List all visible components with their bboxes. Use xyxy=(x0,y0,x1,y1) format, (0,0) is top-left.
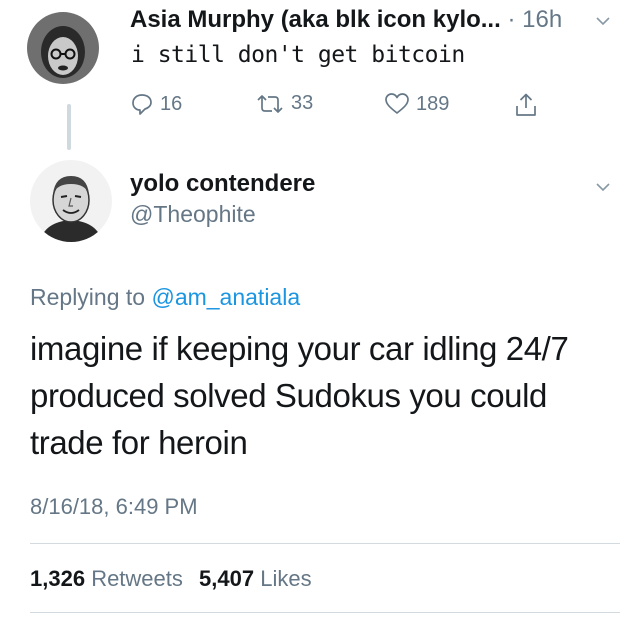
chevron-down-icon[interactable] xyxy=(596,14,610,28)
tweet-timestamp[interactable]: 8/16/18, 6:49 PM xyxy=(30,494,198,520)
share-icon xyxy=(514,92,538,118)
retweets-count: 1,326 xyxy=(30,566,86,591)
share-button[interactable] xyxy=(514,92,538,118)
replying-prefix: Replying to xyxy=(30,284,146,310)
likes-count: 5,407 xyxy=(199,566,255,591)
likes-stat[interactable]: 5,407 Likes xyxy=(199,566,322,591)
parent-header: Asia Murphy (aka blk icon kylo... · 16h xyxy=(130,6,620,34)
avatar-main[interactable] xyxy=(30,160,112,242)
avatar-parent[interactable] xyxy=(27,12,99,84)
thread-connector-line xyxy=(67,104,71,150)
replying-mention-link[interactable]: @am_anatiala xyxy=(151,284,300,310)
main-display-name[interactable]: yolo contendere xyxy=(130,170,315,198)
reply-icon xyxy=(130,92,154,116)
chevron-down-icon[interactable] xyxy=(596,180,610,194)
replying-to: Replying to @am_anatiala xyxy=(30,284,300,311)
divider xyxy=(30,612,620,613)
like-icon xyxy=(384,92,410,116)
body-line: produced solved Sudokus you could xyxy=(30,377,547,414)
retweet-count: 33 xyxy=(291,92,314,114)
retweets-stat[interactable]: 1,326 Retweets xyxy=(30,566,193,591)
time-separator: · xyxy=(507,6,516,33)
main-tweet-body: imagine if keeping your car idling 24/7 … xyxy=(30,325,615,466)
like-count: 189 xyxy=(416,92,450,115)
likes-label: Likes xyxy=(260,566,312,591)
body-line: trade for heroin xyxy=(30,424,248,461)
body-line: imagine if keeping your car idling 24/7 xyxy=(30,330,569,367)
reply-action[interactable]: 16 xyxy=(130,92,182,116)
engagement-stats: 1,326 Retweets 5,407 Likes xyxy=(30,566,322,592)
main-handle[interactable]: @Theophite xyxy=(130,201,256,228)
parent-display-name[interactable]: Asia Murphy (aka blk icon kylo... xyxy=(130,6,501,33)
reply-count: 16 xyxy=(160,92,183,115)
retweets-label: Retweets xyxy=(91,566,183,591)
parent-tweet-text: i still don't get bitcoin xyxy=(131,42,465,68)
like-action[interactable]: 189 xyxy=(384,92,449,116)
retweet-icon xyxy=(255,93,285,115)
parent-time-ago[interactable]: 16h xyxy=(522,6,562,33)
divider xyxy=(30,543,620,544)
retweet-action[interactable]: 33 xyxy=(255,92,313,115)
